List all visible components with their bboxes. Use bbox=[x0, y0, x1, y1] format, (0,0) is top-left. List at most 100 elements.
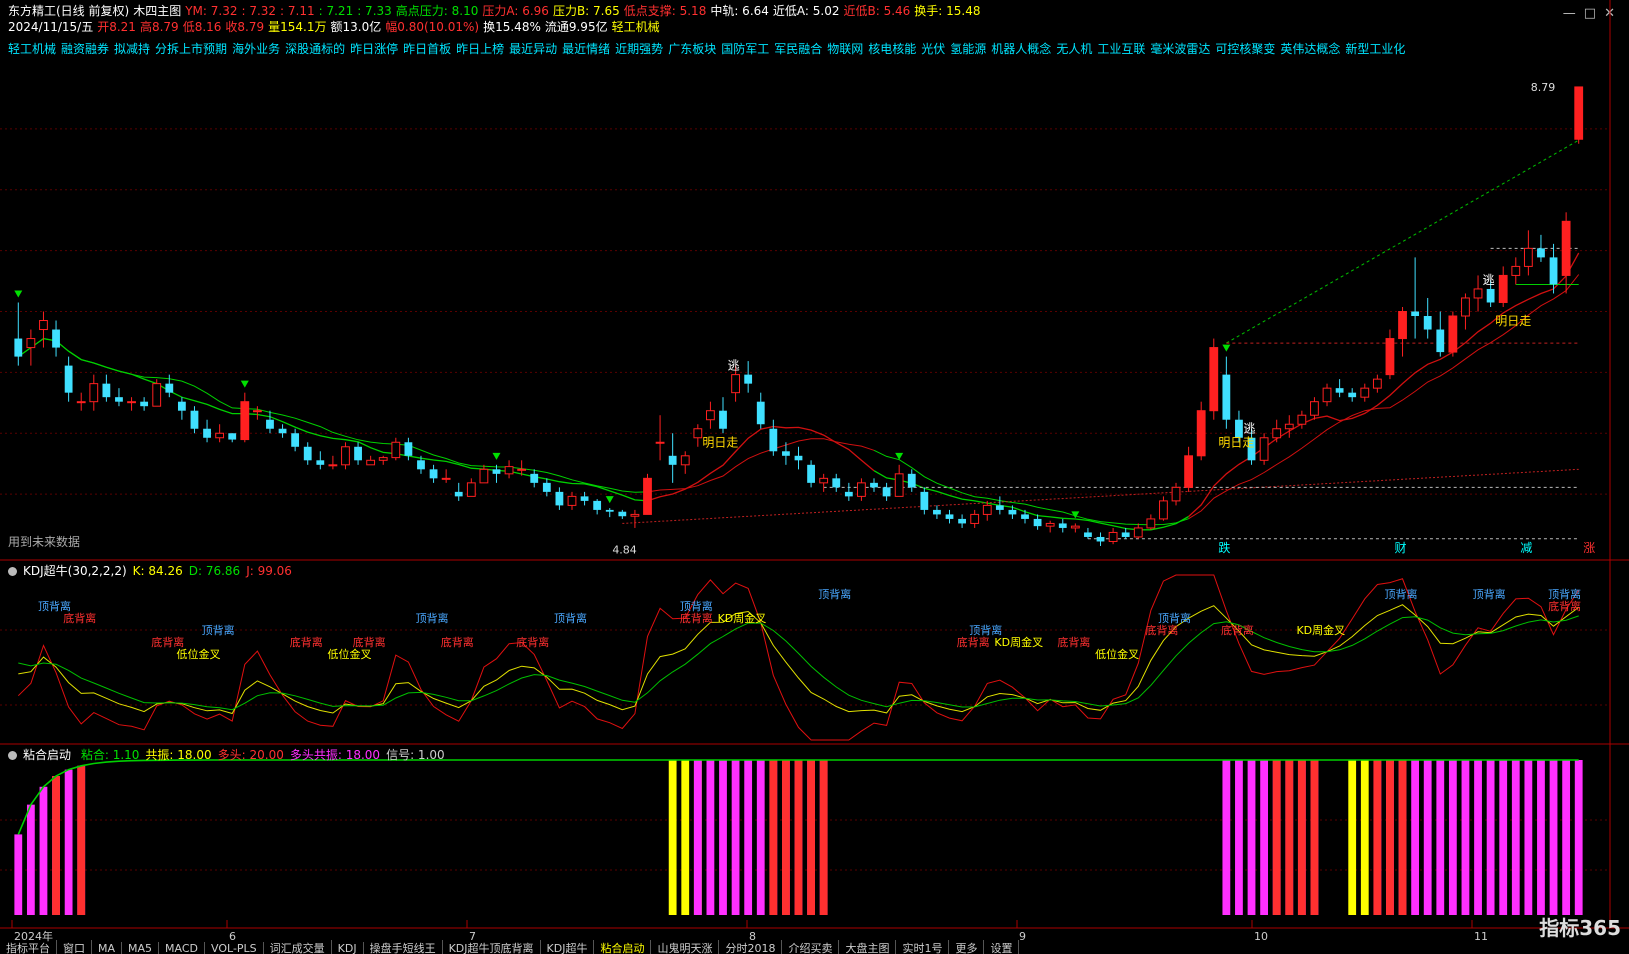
candle-body bbox=[894, 473, 904, 497]
candle-body bbox=[177, 401, 186, 411]
indicator-circle-icon[interactable] bbox=[8, 751, 17, 760]
indicator-tab[interactable]: MA bbox=[92, 942, 123, 954]
kdj-signal-label: 底背离 bbox=[516, 635, 549, 649]
indicator-tab[interactable]: 窗口 bbox=[57, 940, 92, 954]
indicator-tab[interactable]: KDJ bbox=[332, 942, 364, 954]
candle-body bbox=[630, 513, 640, 517]
indicator-tab[interactable]: 操盘手短线王 bbox=[364, 940, 443, 954]
candle-body bbox=[920, 491, 929, 510]
candle-body bbox=[252, 410, 262, 413]
candle-body bbox=[555, 491, 564, 506]
candle-body bbox=[1549, 257, 1558, 285]
candle-body bbox=[316, 460, 325, 465]
bond-bar bbox=[1310, 760, 1319, 915]
indicator-tab[interactable]: 粘合启动 bbox=[594, 940, 652, 954]
candle-body bbox=[530, 473, 539, 483]
kdj-signal-label: 底背离 bbox=[1548, 599, 1581, 613]
indicator-tab[interactable]: 山鬼明天涨 bbox=[651, 940, 720, 954]
candle-body bbox=[1473, 288, 1483, 299]
indicator-tab[interactable]: VOL-PLS bbox=[205, 942, 264, 954]
candle-body bbox=[1084, 532, 1092, 537]
candle-body bbox=[1360, 387, 1370, 398]
candle-body bbox=[1523, 247, 1533, 267]
candle-body bbox=[1498, 274, 1508, 303]
indicator-tab[interactable]: 词汇成交量 bbox=[264, 940, 332, 954]
bond-bar bbox=[1461, 760, 1470, 915]
bond-bar bbox=[719, 760, 727, 915]
indicator-tab[interactable]: 更多 bbox=[949, 940, 985, 954]
candle-body bbox=[769, 428, 778, 452]
signal-arrow-icon bbox=[240, 380, 249, 388]
indicator-tabs[interactable]: 指标平台 窗口 MA MA5 MACD VOL-PLS 词汇成交量 KDJ 操盘手短线王 KDJ超… bbox=[0, 940, 1560, 954]
candle-body bbox=[1171, 486, 1181, 502]
bond-value-4: 信号: 1.00 bbox=[386, 748, 445, 762]
kdj-signal-label: 低位金叉 bbox=[327, 647, 371, 661]
candle-body bbox=[1108, 531, 1118, 542]
candle-body bbox=[970, 513, 980, 524]
bond-bar bbox=[794, 760, 803, 915]
candle-body bbox=[1537, 248, 1545, 258]
bond-bar bbox=[744, 760, 753, 915]
candle-body bbox=[756, 401, 765, 425]
chart-annotation: 涨 bbox=[1583, 540, 1595, 555]
bond-title: 粘合启动 bbox=[23, 748, 72, 762]
bond-value-0: 粘合: 1.10 bbox=[80, 748, 140, 762]
candle-body bbox=[605, 509, 614, 512]
bond-value-3: 多头共振: 18.00 bbox=[289, 748, 381, 762]
bond-bar bbox=[1562, 760, 1571, 915]
bond-bar bbox=[1360, 760, 1369, 915]
indicator-tab[interactable]: 分时2018 bbox=[719, 940, 783, 954]
indicator-tab[interactable]: KDJ超牛 bbox=[541, 940, 595, 954]
candle-body bbox=[228, 433, 237, 440]
indicator-tab[interactable]: 介绍买卖 bbox=[782, 940, 840, 954]
candle-body bbox=[429, 469, 438, 479]
bond-bar bbox=[1272, 760, 1281, 915]
chart-annotation: 跌 bbox=[1218, 540, 1230, 555]
candle-body bbox=[1372, 378, 1382, 389]
indicator-tab[interactable]: 实时1号 bbox=[896, 940, 950, 954]
candle-body bbox=[417, 460, 425, 470]
candle-body bbox=[870, 482, 878, 488]
indicator-tab[interactable]: 大盘主图 bbox=[839, 940, 897, 954]
candle-body bbox=[76, 401, 86, 404]
indicator-tab[interactable]: MA5 bbox=[122, 942, 160, 954]
candle-body bbox=[441, 477, 451, 480]
indicator-tab[interactable]: MACD bbox=[159, 942, 206, 954]
bond-bar bbox=[1247, 760, 1256, 915]
bond-bar bbox=[1524, 760, 1533, 915]
bond-value-2: 多头: 20.00 bbox=[217, 748, 284, 762]
bond-bar bbox=[1386, 760, 1394, 915]
kdj-signal-label: 顶背离 bbox=[554, 611, 587, 625]
bond-bar bbox=[1222, 760, 1231, 915]
indicator-tab[interactable]: 设置 bbox=[984, 940, 1020, 954]
candle-body bbox=[1159, 500, 1168, 520]
candle-body bbox=[1335, 388, 1344, 393]
candle-body bbox=[341, 446, 350, 466]
candle-body bbox=[945, 514, 954, 519]
kdj-signal-label: KD周金叉 bbox=[718, 611, 767, 625]
kdj-j-line bbox=[17, 574, 1580, 741]
candle-body bbox=[165, 383, 174, 393]
candle-body bbox=[517, 468, 527, 471]
candle-body bbox=[1461, 297, 1470, 317]
trend-line bbox=[622, 468, 1579, 524]
candle-body bbox=[1259, 437, 1269, 461]
kdj-signal-label: 底背离 bbox=[1221, 623, 1254, 637]
candle-body bbox=[303, 446, 312, 461]
candle-body bbox=[52, 329, 60, 348]
candle-body bbox=[1070, 525, 1080, 529]
indicator-tab[interactable]: KDJ超牛顶底背离 bbox=[443, 940, 541, 954]
site-logo: 指标365 bbox=[1539, 916, 1621, 940]
candle-body bbox=[668, 455, 677, 465]
candle-body bbox=[1021, 514, 1029, 519]
indicator-circle-icon[interactable] bbox=[8, 567, 17, 576]
candle-body bbox=[744, 374, 753, 384]
candle-body bbox=[1423, 316, 1432, 330]
bond-bar bbox=[26, 804, 35, 915]
candle-body bbox=[542, 482, 551, 492]
candle-body bbox=[1385, 338, 1395, 376]
indicator-tab[interactable]: 指标平台 bbox=[0, 940, 57, 954]
kdj-signal-label: 顶背离 bbox=[969, 623, 1002, 637]
candle-body bbox=[907, 473, 916, 488]
kdj-signal-label: 顶背离 bbox=[818, 587, 851, 601]
